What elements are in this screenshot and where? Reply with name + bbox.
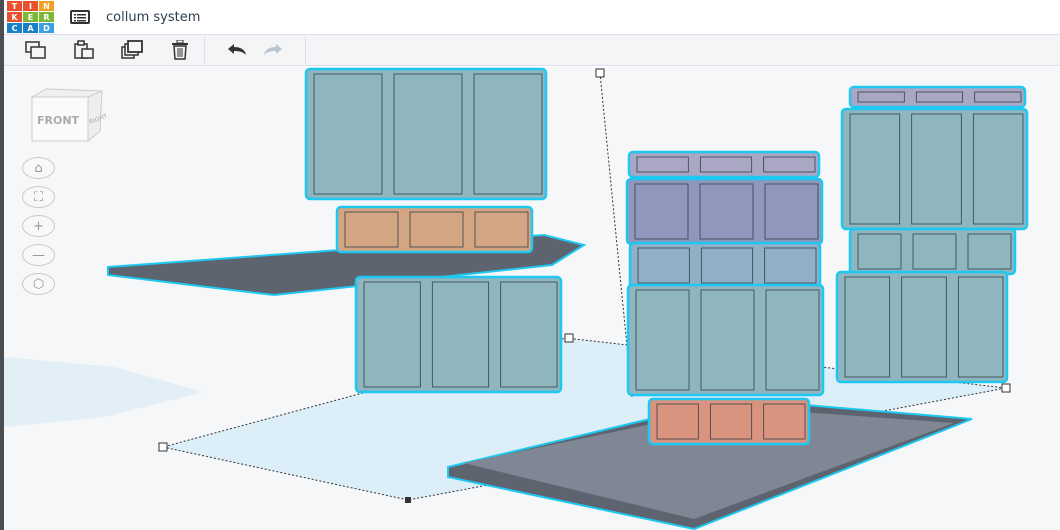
toolbar xyxy=(4,34,1060,66)
column-module[interactable] xyxy=(335,205,534,254)
logo-letter: T xyxy=(7,1,22,11)
resize-handle[interactable] xyxy=(158,442,168,452)
zoom-out-button[interactable]: — xyxy=(22,244,55,266)
zoom-in-button[interactable]: + xyxy=(22,215,55,237)
toolbar-divider xyxy=(204,36,205,64)
workplane-grid-left xyxy=(4,357,204,427)
design-menu-button[interactable] xyxy=(70,10,90,24)
window-edge xyxy=(0,0,4,530)
view-cube[interactable]: FRONT RIGHT xyxy=(26,87,109,151)
column-module[interactable] xyxy=(835,270,1009,384)
home-view-button[interactable]: ⌂ xyxy=(22,157,55,179)
resize-handle[interactable] xyxy=(564,333,574,343)
redo-icon[interactable] xyxy=(257,36,289,64)
duplicate-icon[interactable] xyxy=(116,36,148,64)
logo-letter: A xyxy=(23,23,38,33)
column-module[interactable] xyxy=(626,283,825,397)
column-module[interactable] xyxy=(848,85,1027,109)
logo-letter: C xyxy=(7,23,22,33)
logo-letter: D xyxy=(39,23,54,33)
column-module[interactable] xyxy=(628,241,822,290)
design-title[interactable]: collum system xyxy=(106,10,200,25)
copy-icon[interactable] xyxy=(20,36,52,64)
column-module[interactable] xyxy=(304,67,548,201)
3d-workspace-canvas[interactable]: FRONT RIGHT ⌂ ⛶ + — ⬡ xyxy=(4,67,1060,530)
resize-handle[interactable] xyxy=(1001,383,1011,393)
undo-icon[interactable] xyxy=(221,36,253,64)
column-module[interactable] xyxy=(625,177,824,246)
column-module[interactable] xyxy=(840,107,1029,231)
logo-letter: K xyxy=(7,12,22,22)
column-module[interactable] xyxy=(627,150,821,179)
logo-letter: R xyxy=(39,12,54,22)
toolbar-divider xyxy=(305,36,306,64)
view-cube-front[interactable]: FRONT xyxy=(37,114,80,127)
header: TIN KER CAD collum system xyxy=(4,0,1060,34)
fit-view-button[interactable]: ⛶ xyxy=(22,186,55,208)
column-module[interactable] xyxy=(354,275,563,394)
logo-letter: N xyxy=(39,1,54,11)
resize-handle[interactable] xyxy=(595,68,605,78)
tinkercad-logo[interactable]: TIN KER CAD xyxy=(7,1,54,33)
resize-handle[interactable] xyxy=(405,497,411,503)
paste-icon[interactable] xyxy=(68,36,100,64)
logo-letter: E xyxy=(23,12,38,22)
column-module[interactable] xyxy=(848,227,1017,276)
trash-icon[interactable] xyxy=(164,36,196,64)
scene[interactable] xyxy=(4,67,1060,530)
logo-letter: I xyxy=(23,1,38,11)
perspective-toggle-button[interactable]: ⬡ xyxy=(22,273,55,295)
column-module[interactable] xyxy=(647,397,811,446)
